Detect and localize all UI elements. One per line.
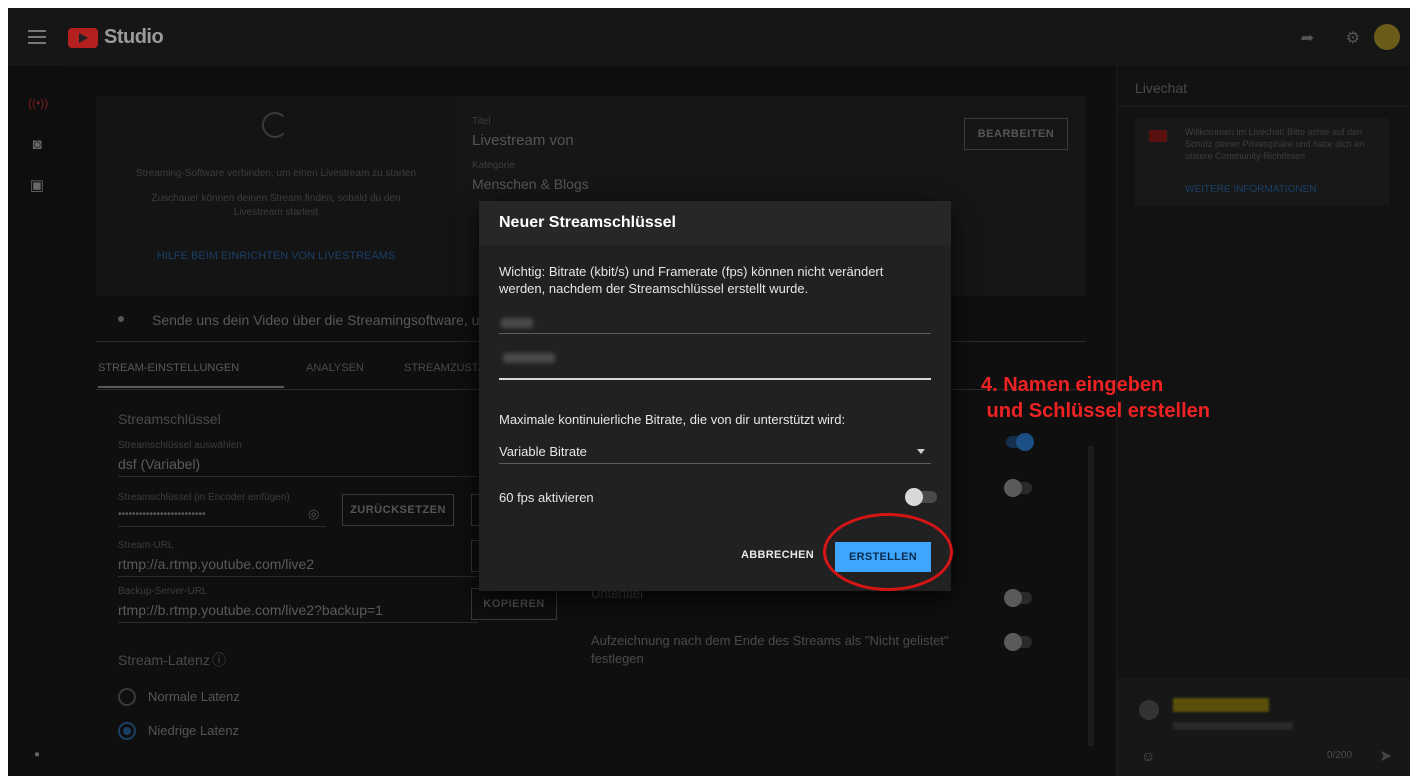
title-value: Livestream von xyxy=(472,132,574,149)
studio-logo[interactable]: Studio xyxy=(68,26,164,49)
username-chip xyxy=(1173,698,1269,712)
gear-icon[interactable]: ⚙ xyxy=(1346,28,1360,48)
chat-input[interactable] xyxy=(1173,722,1293,730)
chat-divider xyxy=(1117,106,1410,107)
title-label: Titel xyxy=(472,116,491,127)
category-label: Kategorie xyxy=(472,160,515,171)
stream-key-heading: Streamschlüssel xyxy=(118,411,221,427)
latency-heading: Stream-Latenz xyxy=(118,652,210,668)
bitrate-underline xyxy=(499,463,931,464)
setting-toggle-4[interactable] xyxy=(1004,633,1032,651)
tab-analytics[interactable]: ANALYSEN xyxy=(306,362,364,374)
app-window: Studio ➦ ⚙ ((•)) ◙ ▣ ▪ Streaming-Softwar… xyxy=(8,8,1410,776)
key-underline xyxy=(118,526,326,527)
user-avatar xyxy=(1139,700,1159,720)
fps-label: 60 fps aktivieren xyxy=(499,490,594,505)
dialog-header: Neuer Streamschlüssel xyxy=(479,201,951,245)
dialog-notice: Wichtig: Bitrate (kbit/s) und Framerate … xyxy=(499,264,884,296)
cancel-button[interactable]: ABBRECHEN xyxy=(741,549,814,561)
char-counter: 0/200 xyxy=(1327,750,1353,761)
stream-url-value[interactable]: rtmp://a.rtmp.youtube.com/live2 xyxy=(118,556,314,572)
live-stream-icon[interactable]: ((•)) xyxy=(28,96,48,114)
status-text: Streaming-Software verbinden, um einen L… xyxy=(135,168,417,179)
tab-stream-settings[interactable]: STREAM-EINSTELLUNGEN xyxy=(98,362,239,374)
calendar-icon[interactable]: ▣ xyxy=(28,176,46,194)
chat-title: Livechat xyxy=(1135,80,1188,96)
latency-low-label: Niedrige Latenz xyxy=(148,723,240,738)
edit-button[interactable]: BEARBEITEN xyxy=(964,118,1068,150)
backup-url-label: Backup-Server-URL xyxy=(118,586,208,597)
highlight-circle xyxy=(823,513,953,591)
name-field-underline-1 xyxy=(499,333,931,334)
select-underline xyxy=(118,476,478,477)
stream-key-field[interactable]: ••••••••••••••••••••••••• xyxy=(118,509,206,520)
name-input[interactable] xyxy=(499,341,931,377)
backup-underline xyxy=(118,622,478,623)
setting-toggle-1[interactable] xyxy=(1006,433,1034,451)
help-icon[interactable]: ⓘ xyxy=(212,650,226,670)
stream-url-label: Stream-URL xyxy=(118,540,174,551)
more-info-link[interactable]: WEITERE INFORMATIONEN xyxy=(1185,184,1316,195)
backup-url-value[interactable]: rtmp://b.rtmp.youtube.com/live2?backup=1 xyxy=(118,602,383,618)
visibility-off-icon[interactable]: ◎ xyxy=(308,506,319,522)
fps-toggle-knob xyxy=(905,488,923,506)
status-subtext: Zuschauer können deinen Stream finden, s… xyxy=(151,193,401,218)
avatar[interactable] xyxy=(1374,24,1400,50)
active-tab-indicator xyxy=(98,386,284,388)
stream-key-field-label: Streamschlüssel (in Encoder einfügen) xyxy=(118,492,290,503)
dialog-title: Neuer Streamschlüssel xyxy=(499,214,676,231)
stream-key-select-label: Streamschlüssel auswählen xyxy=(118,440,242,451)
latency-low-radio[interactable] xyxy=(118,722,136,740)
connect-card: Streaming-Software verbinden, um einen L… xyxy=(96,96,456,296)
youtube-icon xyxy=(1149,130,1167,142)
loading-spinner-icon xyxy=(262,112,288,138)
bitrate-select[interactable]: Variable Bitrate xyxy=(499,443,587,460)
dropdown-arrow-icon[interactable] xyxy=(917,449,925,454)
name-input-value xyxy=(503,353,555,363)
bitrate-label: Maximale kontinuierliche Bitrate, die vo… xyxy=(499,412,846,427)
left-nav: ((•)) ◙ ▣ ▪ xyxy=(8,66,66,776)
menu-icon[interactable] xyxy=(28,30,46,44)
help-link[interactable]: HILFE BEIM EINRICHTEN VON LIVESTREAMS xyxy=(96,250,456,262)
feedback-icon[interactable]: ▪ xyxy=(28,746,46,764)
tab-stream-health[interactable]: STREAMZUSTA xyxy=(404,362,485,374)
emoji-icon[interactable]: ☺ xyxy=(1141,748,1155,764)
scrollbar[interactable] xyxy=(1088,446,1094,746)
send-hint: Sende uns dein Video über die Streamings… xyxy=(152,312,503,328)
latency-normal-radio[interactable] xyxy=(118,688,136,706)
setting-toggle-3[interactable] xyxy=(1004,589,1032,607)
chat-welcome-text: Willkommen im Livechat! Bitte achte auf … xyxy=(1185,127,1365,161)
category-value: Menschen & Blogs xyxy=(472,176,589,192)
name-field-label xyxy=(501,318,533,328)
stream-key-select[interactable]: dsf (Variabel) xyxy=(118,456,200,472)
chat-input-area: ☺ 0/200 ➤ xyxy=(1117,678,1410,776)
url-underline xyxy=(118,576,478,577)
share-icon[interactable]: ➦ xyxy=(1301,28,1314,48)
annotation-text: 4. Namen eingeben und Schlüssel erstelle… xyxy=(981,374,1210,422)
youtube-logo-icon xyxy=(68,27,98,48)
copy-button[interactable]: KOPIEREN xyxy=(471,588,557,620)
name-field-underline-2 xyxy=(499,378,931,380)
latency-normal-label: Normale Latenz xyxy=(148,689,240,704)
app-name: Studio xyxy=(104,26,164,48)
setting-toggle-2[interactable] xyxy=(1004,479,1032,497)
status-dot-icon xyxy=(118,316,124,322)
send-icon[interactable]: ➤ xyxy=(1379,746,1392,766)
camera-icon[interactable]: ◙ xyxy=(28,136,46,154)
reset-button[interactable]: ZURÜCKSETZEN xyxy=(342,494,454,526)
chat-welcome-box: Willkommen im Livechat! Bitte achte auf … xyxy=(1135,118,1389,206)
unlisted-label: Aufzeichnung nach dem Ende des Streams a… xyxy=(591,633,949,666)
top-bar: Studio ➦ ⚙ xyxy=(8,8,1410,66)
fps-toggle[interactable] xyxy=(905,488,937,506)
